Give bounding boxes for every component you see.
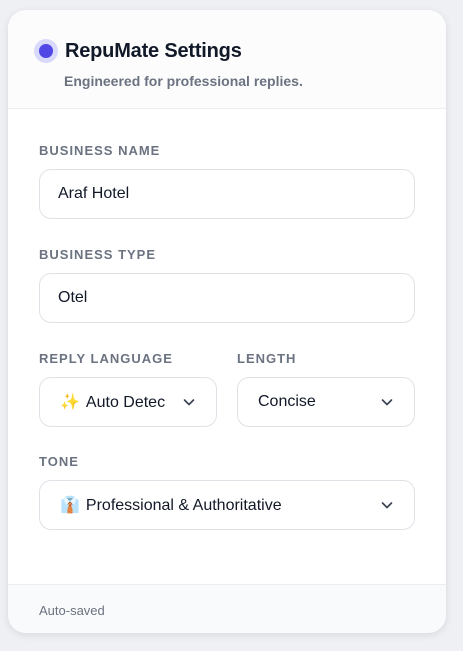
settings-form: BUSINESS NAME Araf Hotel BUSINESS TYPE O… <box>8 109 446 530</box>
suit-icon: 👔 <box>60 497 80 514</box>
length-group: LENGTH Concise <box>237 351 415 427</box>
reply-language-select[interactable]: ✨ Auto Detec <box>39 377 217 427</box>
length-label: LENGTH <box>237 351 297 366</box>
chevron-down-icon <box>381 399 393 406</box>
reply-language-group: REPLY LANGUAGE ✨ Auto Detec <box>39 351 217 427</box>
business-name-input[interactable]: Araf Hotel <box>39 169 415 219</box>
tone-label: TONE <box>39 454 79 469</box>
length-value: Concise <box>258 393 316 410</box>
sparkles-icon: ✨ <box>60 394 80 411</box>
reply-language-selected: ✨ Auto Detec <box>60 392 165 412</box>
chevron-down-icon <box>381 502 393 509</box>
length-select[interactable]: Concise <box>237 377 415 427</box>
business-name-value: Araf Hotel <box>58 185 130 202</box>
business-type-value: Otel <box>58 289 88 306</box>
business-type-input[interactable]: Otel <box>39 273 415 323</box>
status-dot-core <box>39 44 53 58</box>
settings-card: RepuMate Settings Engineered for profess… <box>8 10 446 633</box>
page-title: RepuMate Settings <box>65 39 242 62</box>
tone-group: TONE 👔 Professional & Authoritative <box>39 427 415 530</box>
business-type-group: BUSINESS TYPE Otel <box>39 219 415 323</box>
title-row: RepuMate Settings <box>34 38 420 64</box>
language-length-row: REPLY LANGUAGE ✨ Auto Detec LENGTH Concis… <box>39 323 415 427</box>
settings-footer: Auto-saved <box>8 584 446 633</box>
tone-value: Professional & Authoritative <box>85 497 282 514</box>
reply-language-value: Auto Detec <box>85 394 166 411</box>
chevron-down-icon <box>183 399 195 406</box>
page-subtitle: Engineered for professional replies. <box>64 73 303 89</box>
autosave-status: Auto-saved <box>39 603 105 618</box>
tone-selected: 👔 Professional & Authoritative <box>60 495 282 515</box>
status-dot-icon <box>34 39 58 63</box>
business-type-label: BUSINESS TYPE <box>39 247 157 262</box>
tone-select[interactable]: 👔 Professional & Authoritative <box>39 480 415 530</box>
business-name-label: BUSINESS NAME <box>39 143 161 158</box>
reply-language-label: REPLY LANGUAGE <box>39 351 173 366</box>
business-name-group: BUSINESS NAME Araf Hotel <box>39 109 415 219</box>
settings-header: RepuMate Settings Engineered for profess… <box>8 10 446 109</box>
